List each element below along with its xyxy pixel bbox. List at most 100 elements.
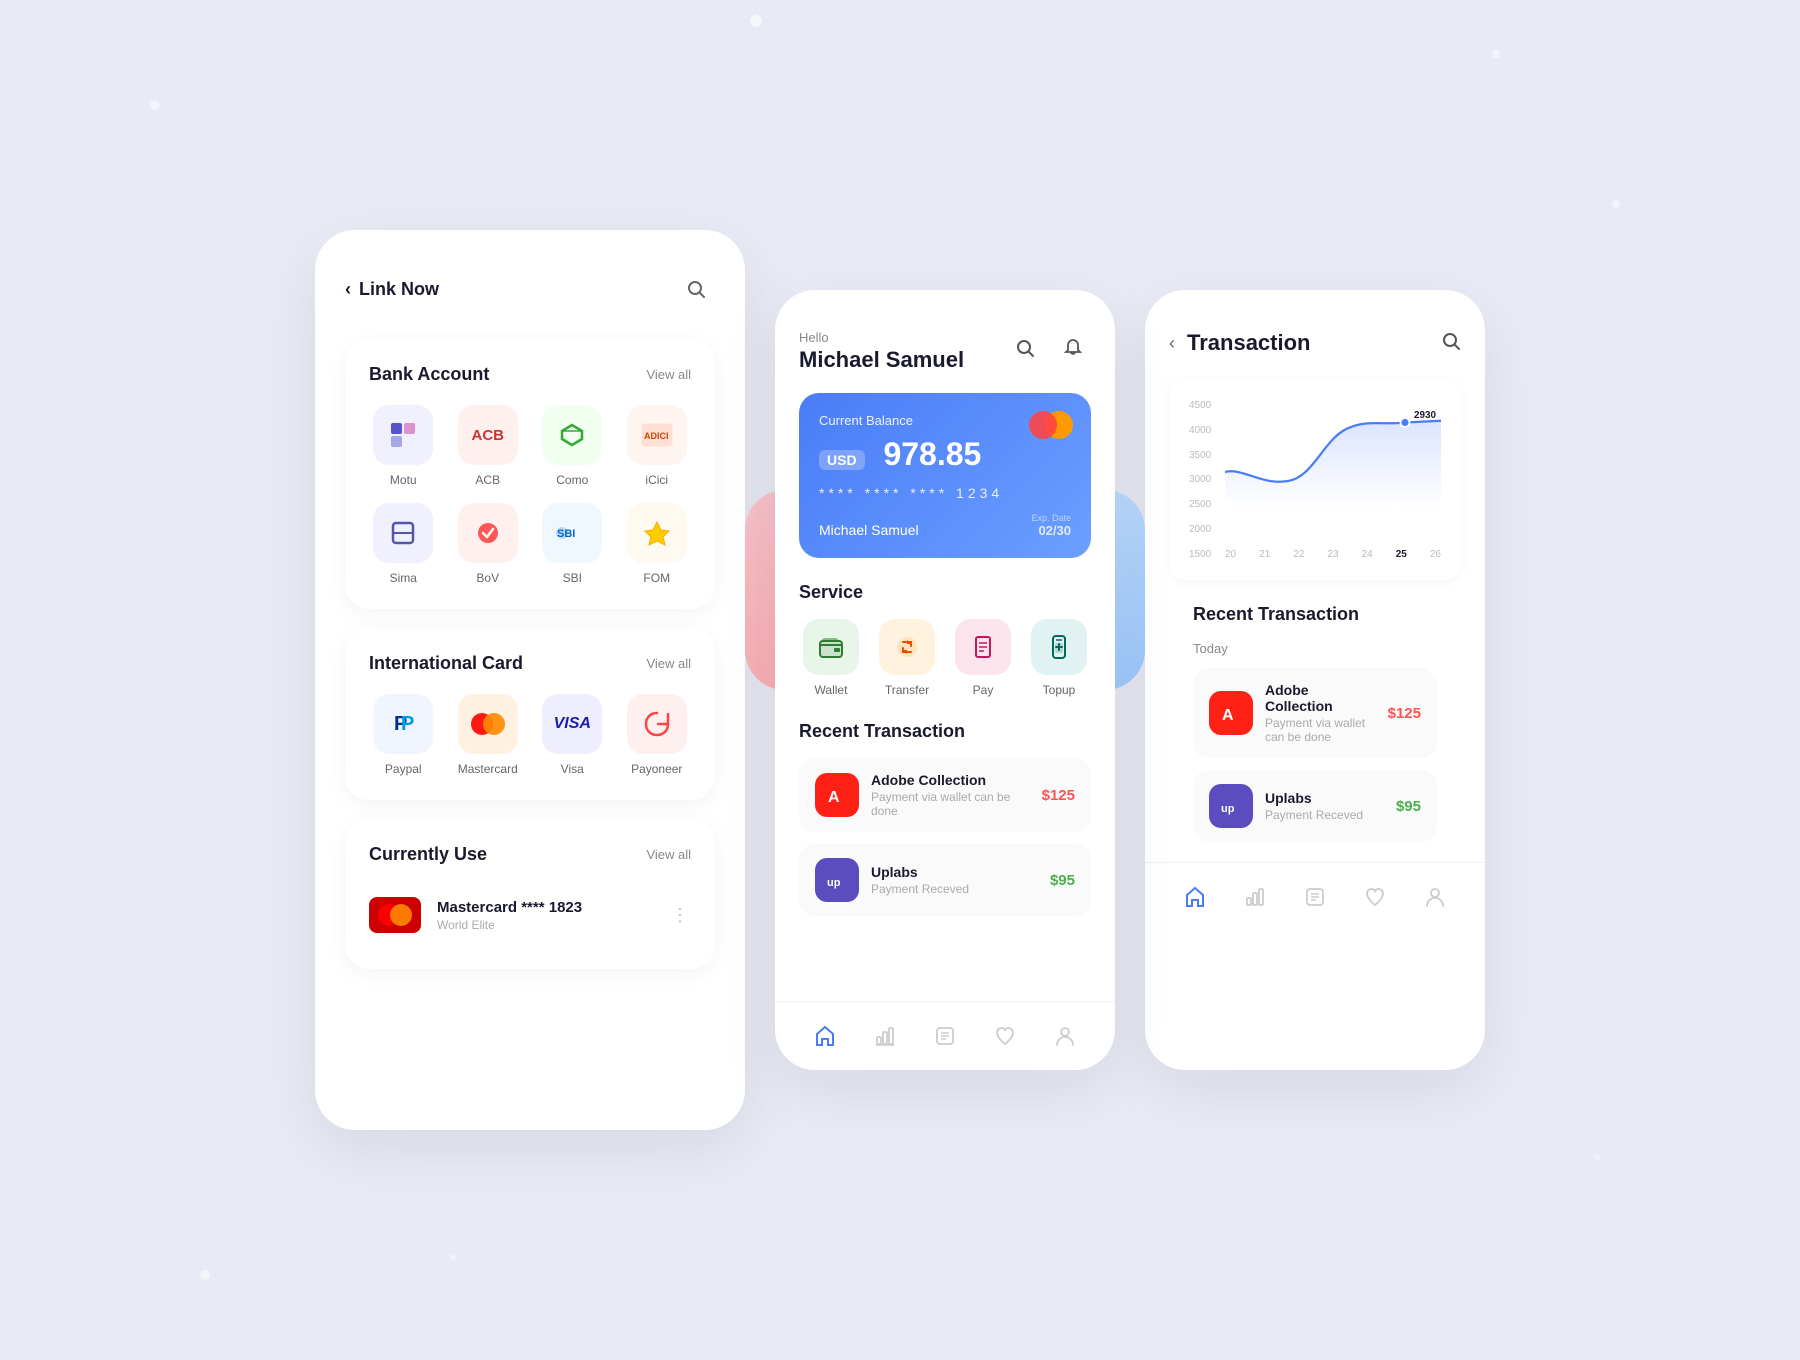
- nav-profile[interactable]: [1047, 1018, 1083, 1054]
- tx3-adobe-desc: Payment via wallet can be done: [1265, 716, 1376, 744]
- recent-tx-section: Recent Transaction Today A Adobe Collect…: [1169, 604, 1461, 842]
- tx3-uplabs-icon: up: [1209, 784, 1253, 828]
- nav-list[interactable]: [927, 1018, 963, 1054]
- balance-card: Current Balance USD 978.85 **** **** ***…: [799, 393, 1091, 558]
- motu-label: Motu: [390, 473, 417, 487]
- adobe-tx-desc: Payment via wallet can be done: [871, 790, 1030, 818]
- svg-text:up: up: [827, 877, 841, 889]
- acb-label: ACB: [475, 473, 500, 487]
- visa-icon-box: VISA: [542, 694, 602, 754]
- currently-view-all[interactable]: View all: [646, 847, 691, 862]
- bank-item-acb[interactable]: ACB ACB: [454, 405, 523, 487]
- recent-tx-section-title: Recent Transaction: [1193, 604, 1437, 625]
- tx3-uplabs[interactable]: up Uplabs Payment Receved $95: [1193, 770, 1437, 842]
- tx-uplabs[interactable]: up Uplabs Payment Receved $95: [799, 844, 1091, 916]
- exp-date: 02/30: [1031, 523, 1071, 538]
- service-grid: Wallet Transfer: [799, 619, 1091, 697]
- svg-text:P: P: [401, 713, 414, 735]
- nav3-home[interactable]: [1177, 879, 1213, 915]
- more-options-button[interactable]: ⋮: [671, 905, 691, 926]
- screen-transaction: ‹ Transaction 4500 4000 3500: [1145, 290, 1485, 1070]
- back-button[interactable]: ‹ Link Now: [345, 279, 439, 300]
- bank-item-fom[interactable]: FOM: [623, 503, 692, 585]
- tx-adobe[interactable]: A Adobe Collection Payment via wallet ca…: [799, 758, 1091, 832]
- y-label-5: 2500: [1189, 499, 1211, 510]
- bank-item-sbi[interactable]: SBI SBI: [538, 503, 607, 585]
- tx-search-button[interactable]: [1441, 331, 1461, 356]
- adobe-tx-info: Adobe Collection Payment via wallet can …: [871, 772, 1030, 818]
- svg-text:SBI: SBI: [557, 528, 575, 540]
- fom-icon: [627, 503, 687, 563]
- x-label-23: 23: [1327, 549, 1338, 560]
- bank-item-motu[interactable]: Motu: [369, 405, 438, 487]
- back-arrow-icon: ‹: [345, 279, 351, 300]
- mastercard-logo: [369, 897, 421, 933]
- tx3-uplabs-desc: Payment Receved: [1265, 808, 1384, 822]
- payoneer-icon-box: [627, 694, 687, 754]
- uplabs-tx-name: Uplabs: [871, 864, 1038, 880]
- mastercard-icon-box: [458, 694, 518, 754]
- svg-text:up: up: [1221, 803, 1235, 815]
- nav3-favorites[interactable]: [1357, 879, 1393, 915]
- service-transfer[interactable]: Transfer: [875, 619, 939, 697]
- tx3-adobe[interactable]: A Adobe Collection Payment via wallet ca…: [1193, 668, 1437, 758]
- service-pay[interactable]: Pay: [951, 619, 1015, 697]
- service-wallet[interactable]: Wallet: [799, 619, 863, 697]
- nav3-list[interactable]: [1297, 879, 1333, 915]
- icici-label: iCici: [645, 473, 668, 487]
- mastercard-label: Mastercard: [458, 762, 518, 776]
- service-section-title: Service: [799, 582, 1091, 603]
- nav-stats[interactable]: [867, 1018, 903, 1054]
- nav-home[interactable]: [807, 1018, 843, 1054]
- tx3-adobe-icon: A: [1209, 691, 1253, 735]
- topup-icon: [1031, 619, 1087, 675]
- tx3-uplabs-amount: $95: [1396, 798, 1421, 815]
- bottom-nav-3: [1145, 862, 1485, 931]
- uplabs-tx-amount: $95: [1050, 872, 1075, 889]
- motu-icon: [373, 405, 433, 465]
- tx3-adobe-info: Adobe Collection Payment via wallet can …: [1265, 682, 1376, 744]
- tx3-uplabs-name: Uplabs: [1265, 790, 1384, 806]
- payoneer-label: Payoneer: [631, 762, 682, 776]
- card-section-title: International Card: [369, 653, 523, 674]
- chart-area: 4500 4000 3500 3000 2500 2000 1500: [1189, 400, 1441, 560]
- card-holder: Michael Samuel: [819, 522, 919, 538]
- tx-back-button[interactable]: ‹: [1169, 333, 1175, 354]
- recent-tx-title: Recent Transaction: [799, 721, 1091, 742]
- pay-label: Pay: [973, 683, 994, 697]
- bank-item-bov[interactable]: BoV: [454, 503, 523, 585]
- y-label-6: 2000: [1189, 524, 1211, 535]
- balance-amount: USD 978.85: [819, 436, 1071, 473]
- notification-icon[interactable]: [1055, 330, 1091, 366]
- bank-view-all[interactable]: View all: [646, 367, 691, 382]
- card-item-visa[interactable]: VISA Visa: [538, 694, 607, 776]
- card-item-mastercard[interactable]: Mastercard: [454, 694, 523, 776]
- bank-icons-grid: Motu ACB ACB Como ADICI iCici: [369, 405, 691, 585]
- user-name-text: Michael Samuel: [799, 347, 964, 373]
- search-button[interactable]: [677, 270, 715, 308]
- transfer-label: Transfer: [885, 683, 929, 697]
- card-item-paypal[interactable]: PP Paypal: [369, 694, 438, 776]
- sbi-icon: SBI: [542, 503, 602, 563]
- balance-label: Current Balance: [819, 413, 1071, 428]
- nav3-stats[interactable]: [1237, 879, 1273, 915]
- service-topup[interactable]: Topup: [1027, 619, 1091, 697]
- x-label-22: 22: [1293, 549, 1304, 560]
- card-item-payoneer[interactable]: Payoneer: [623, 694, 692, 776]
- tx3-adobe-name: Adobe Collection: [1265, 682, 1376, 714]
- nav3-profile[interactable]: [1417, 879, 1453, 915]
- transfer-icon: [879, 619, 935, 675]
- adobe-icon: A: [815, 773, 859, 817]
- bank-item-como[interactable]: Como: [538, 405, 607, 487]
- search-icon: [686, 279, 706, 299]
- card-view-all[interactable]: View all: [646, 656, 691, 671]
- bank-item-icici[interactable]: ADICI iCici: [623, 405, 692, 487]
- x-label-24: 24: [1362, 549, 1373, 560]
- search-icon-home[interactable]: [1007, 330, 1043, 366]
- nav-favorites[interactable]: [987, 1018, 1023, 1054]
- currently-item[interactable]: Mastercard **** 1823 World Elite ⋮: [369, 885, 691, 945]
- currently-card-sub: World Elite: [437, 918, 655, 932]
- bov-icon: [458, 503, 518, 563]
- paypal-label: Paypal: [385, 762, 422, 776]
- bank-item-sima[interactable]: Sima: [369, 503, 438, 585]
